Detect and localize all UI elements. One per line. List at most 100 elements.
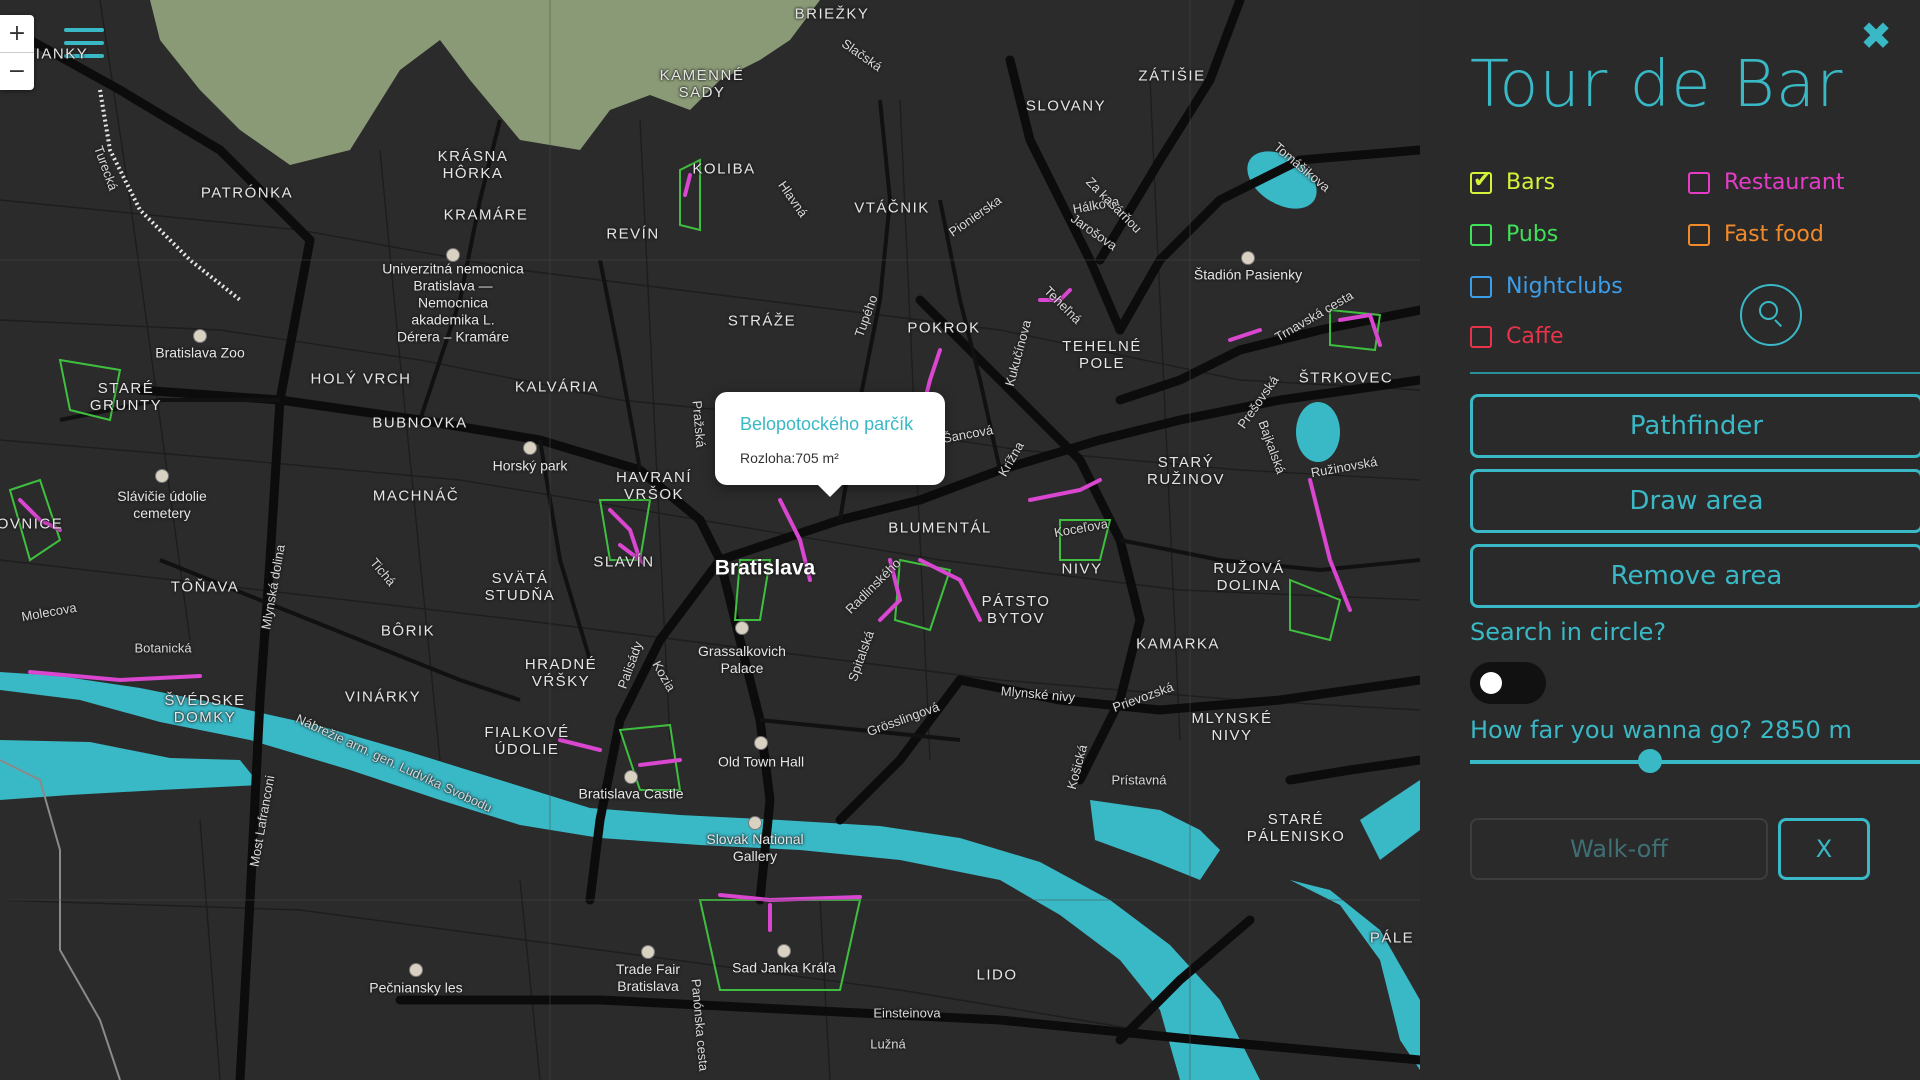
poi-marker-icon[interactable] [735, 621, 749, 635]
district-label: TEHELNÉ POLE [1062, 338, 1142, 372]
park-popup: Belopotockého parčík Rozloha:705 m² [715, 392, 945, 497]
poi-marker-icon[interactable] [523, 441, 537, 455]
checkbox-icon[interactable] [1470, 275, 1492, 298]
district-label: STARÝ RUŽINOV [1147, 454, 1225, 488]
district-label: POKROK [907, 319, 981, 337]
poi-label: Horský park [492, 457, 568, 474]
category-fast-food[interactable]: Fast food [1688, 222, 1824, 247]
district-label: VTÁČNIK [854, 199, 930, 217]
poi-marker-icon[interactable] [1241, 251, 1255, 265]
category-caffe[interactable]: Caffe [1470, 324, 1564, 349]
district-label: KRÁSNA HÔRKA [437, 148, 509, 182]
draw-area-button[interactable]: Draw area [1470, 469, 1920, 533]
district-label: BRIEŽKY [794, 5, 870, 23]
district-label: STARÉ PÁLENISKO [1246, 811, 1346, 845]
poi-marker-icon[interactable] [193, 329, 207, 343]
checkbox-icon[interactable] [1470, 325, 1492, 348]
category-nightclubs[interactable]: Nightclubs [1470, 274, 1623, 299]
poi-marker-icon[interactable] [155, 469, 169, 483]
poi-marker-icon[interactable] [409, 963, 423, 977]
district-label: HAVRANÍ VRŠOK [615, 469, 693, 503]
poi-marker-icon[interactable] [748, 816, 762, 830]
district-label: STARÉ GRUNTY [89, 380, 163, 414]
district-label: TÔŇAVA [170, 578, 240, 596]
district-label: BLUMENTÁL [888, 519, 992, 537]
category-restaurant[interactable]: Restaurant [1688, 170, 1844, 195]
poi-label: Old Town Hall [717, 753, 805, 770]
poi-marker-icon[interactable] [754, 736, 768, 750]
distance-label: How far you wanna go? 2850 m [1470, 716, 1852, 744]
category-label: Bars [1506, 170, 1556, 195]
district-label: KRAMÁRE [443, 206, 529, 224]
checkbox-checked-icon[interactable] [1470, 168, 1492, 194]
walk-off-button: Walk-off [1470, 818, 1768, 880]
district-label: NIVY [1061, 560, 1103, 578]
district-label: ŠTRKOVEC [1298, 369, 1394, 387]
checkbox-icon[interactable] [1688, 171, 1710, 194]
search-circle-toggle[interactable] [1470, 662, 1546, 704]
district-label: FIALKOVÉ ÚDOLIE [484, 724, 570, 758]
district-label: KAMARKA [1136, 635, 1220, 653]
poi-label: Grassalkovich Palace [698, 643, 786, 676]
search-button[interactable] [1740, 284, 1802, 346]
poi-label: Štadión Pasienky [1193, 266, 1303, 283]
category-label: Caffe [1506, 324, 1564, 349]
poi-marker-icon[interactable] [777, 944, 791, 958]
district-label: PÁLE [1369, 929, 1415, 947]
poi-label: Bratislava Castle [578, 785, 684, 802]
district-label: BÔRIK [380, 622, 436, 640]
zoom-control: + − [0, 15, 34, 90]
district-label: STRÁŽE [727, 312, 797, 330]
district-label: ŠVÉDSKE DOMKY [164, 692, 246, 726]
category-label: Fast food [1724, 222, 1824, 247]
street-label: Lužná [870, 1036, 906, 1052]
district-label: BUBNOVKA [372, 414, 468, 432]
checkbox-icon[interactable] [1688, 223, 1710, 246]
district-label: SVÄTÁ STUDŇA [484, 570, 556, 604]
poi-label: Univerzitná nemocnica Bratislava — Nemocni… [382, 260, 524, 345]
poi-label: Slávičie údolie cemetery [117, 488, 207, 521]
clear-button[interactable]: X [1778, 818, 1870, 880]
district-label: RUŽOVÁ DOLINA [1213, 560, 1285, 594]
category-label: Pubs [1506, 222, 1559, 247]
distance-slider[interactable] [1470, 749, 1920, 773]
app-title: Tour de Bar [1470, 48, 1844, 122]
district-label: KAMENNÉ SADY [659, 67, 745, 101]
poi-marker-icon[interactable] [641, 945, 655, 959]
pathfinder-button[interactable]: Pathfinder [1470, 394, 1920, 458]
district-label: PÁTSTO BYTOV [981, 593, 1051, 627]
street-label: Einsteinova [873, 1005, 941, 1021]
category-label: Nightclubs [1506, 274, 1623, 299]
slider-thumb[interactable] [1638, 749, 1662, 773]
district-label: MLYNSKÉ NIVY [1191, 710, 1273, 744]
district-label: SLAVÍN [593, 553, 655, 571]
map[interactable]: + − BRIEŽKY KAMENNÉ SADY ZÁTIŠIE SLOVANY KRÁS… [0, 0, 1420, 1080]
poi-label: Slovak National Gallery [706, 831, 804, 864]
poi-label: Trade Fair Bratislava [615, 961, 681, 994]
zoom-in-button[interactable]: + [0, 15, 34, 52]
district-label: VINÁRKY [344, 688, 422, 706]
category-bars[interactable]: Bars [1470, 168, 1556, 195]
search-circle-label: Search in circle? [1470, 618, 1667, 646]
category-label: Restaurant [1724, 170, 1845, 195]
category-pubs[interactable]: Pubs [1470, 222, 1558, 247]
search-icon [1759, 301, 1778, 320]
poi-marker-icon[interactable] [624, 770, 638, 784]
district-label: SLOVANY [1025, 97, 1107, 115]
popup-title: Belopotockého parčík [740, 414, 914, 434]
street-label: Botanická [134, 640, 192, 656]
zoom-out-button[interactable]: − [0, 52, 34, 90]
poi-label: Bratislava Zoo [155, 344, 245, 361]
poi-marker-icon[interactable] [446, 248, 460, 262]
remove-area-button[interactable]: Remove area [1470, 544, 1920, 608]
close-icon[interactable]: ✖ [1860, 16, 1892, 56]
district-label: IANKY [35, 45, 89, 63]
checkbox-icon[interactable] [1470, 223, 1492, 246]
side-panel: ✖ Tour de Bar Bars Restaurant Pubs Fast … [1420, 0, 1920, 1080]
district-label: HOLÝ VRCH [310, 370, 412, 388]
district-label: PATRÓNKA [200, 184, 294, 202]
district-label: KOLIBA [692, 160, 756, 178]
poi-label: Sad Janka Kráľa [732, 959, 836, 976]
district-label: LIDO [976, 966, 1018, 984]
district-label: REVÍN [606, 225, 660, 243]
